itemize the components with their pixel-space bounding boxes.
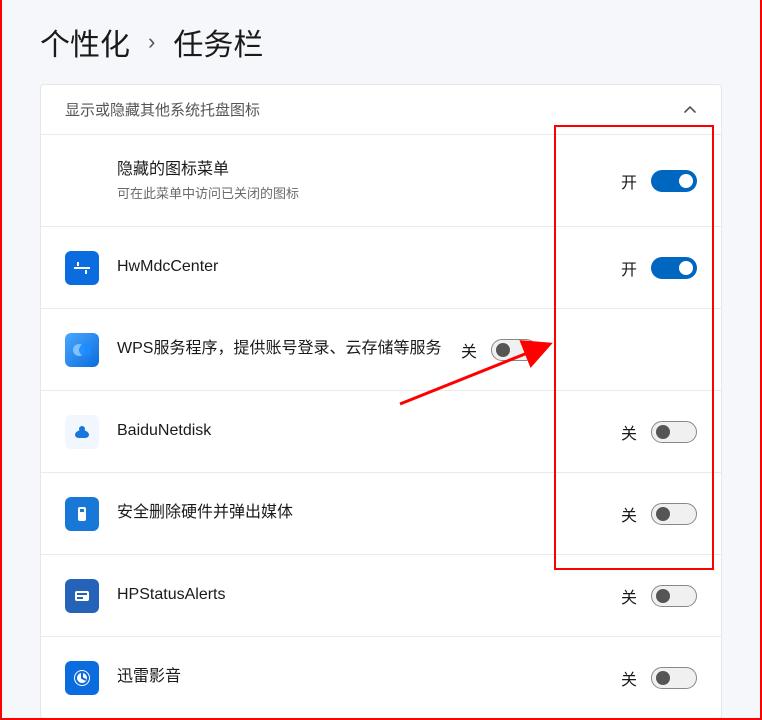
tray-icons-panel: 显示或隐藏其他系统托盘图标 隐藏的图标菜单 可在此菜单中访问已关闭的图标 开 H…	[40, 84, 722, 719]
tray-item-title: 迅雷影音	[117, 666, 617, 688]
toggle-xunlei[interactable]	[651, 667, 697, 689]
toggle-state-label: 关	[617, 584, 637, 608]
tray-item-title: BaiduNetdisk	[117, 420, 617, 442]
tray-item-title: HwMdcCenter	[117, 256, 617, 278]
tray-item-xunlei: 迅雷影音 关	[41, 636, 721, 718]
tray-item-subtitle: 可在此菜单中访问已关闭的图标	[117, 183, 617, 202]
tray-item-title: HPStatusAlerts	[117, 584, 617, 606]
breadcrumb-parent[interactable]: 个性化	[40, 20, 130, 64]
toggle-state-label: 关	[617, 502, 637, 526]
hwmdc-icon	[65, 251, 99, 285]
toggle-baidunetdisk[interactable]	[651, 421, 697, 443]
tray-item-hpstatusalerts: HPStatusAlerts 关	[41, 554, 721, 636]
toggle-wps[interactable]	[491, 339, 537, 361]
toggle-safely-remove[interactable]	[651, 503, 697, 525]
hp-icon	[65, 579, 99, 613]
tray-item-hwmdccenter: HwMdcCenter 开	[41, 226, 721, 308]
toggle-state-label: 关	[457, 338, 477, 362]
tray-item-safely-remove: 安全删除硬件并弹出媒体 关	[41, 472, 721, 554]
toggle-state-label: 开	[617, 256, 637, 280]
toggle-state-label: 开	[617, 169, 637, 193]
tray-item-wps: WPS服务程序，提供账号登录、云存储等服务 关	[41, 308, 721, 390]
breadcrumb-current: 任务栏	[173, 20, 263, 64]
panel-header-title: 显示或隐藏其他系统托盘图标	[65, 99, 260, 120]
toggle-hwmdccenter[interactable]	[651, 257, 697, 279]
wps-icon	[65, 333, 99, 367]
tray-item-title: 隐藏的图标菜单	[117, 159, 617, 181]
usb-eject-icon	[65, 497, 99, 531]
breadcrumb-separator: ›	[148, 29, 155, 55]
toggle-state-label: 关	[617, 420, 637, 444]
tray-item-hidden-icons-menu: 隐藏的图标菜单 可在此菜单中访问已关闭的图标 开	[41, 134, 721, 226]
tray-item-title: WPS服务程序，提供账号登录、云存储等服务	[117, 338, 457, 360]
panel-header[interactable]: 显示或隐藏其他系统托盘图标	[41, 85, 721, 134]
breadcrumb: 个性化 › 任务栏	[0, 0, 762, 84]
baidu-icon	[65, 415, 99, 449]
toggle-state-label: 关	[617, 666, 637, 690]
tray-item-baidunetdisk: BaiduNetdisk 关	[41, 390, 721, 472]
xunlei-icon	[65, 661, 99, 695]
chevron-up-icon	[683, 103, 697, 117]
tray-item-title: 安全删除硬件并弹出媒体	[117, 502, 617, 524]
toggle-hpstatusalerts[interactable]	[651, 585, 697, 607]
toggle-hidden-icons-menu[interactable]	[651, 170, 697, 192]
